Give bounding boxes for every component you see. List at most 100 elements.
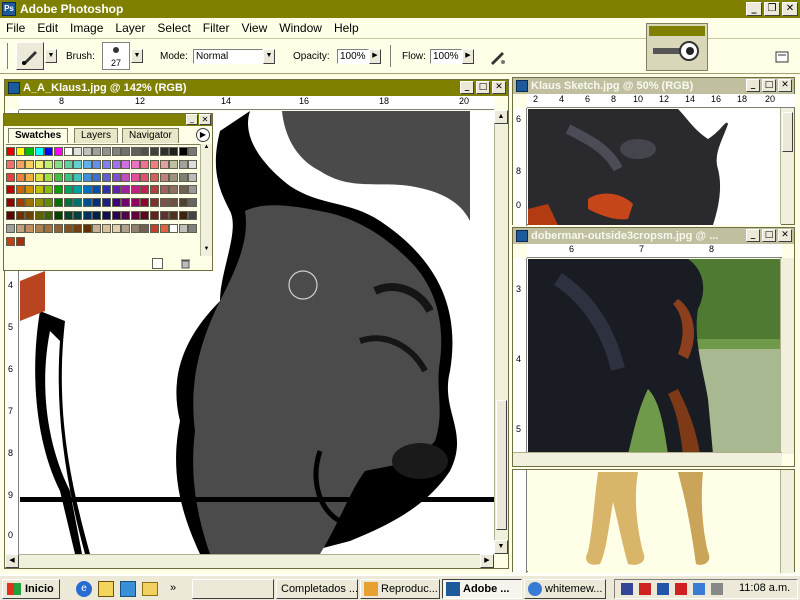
airbrush-toggle[interactable] xyxy=(488,47,508,67)
swatch-cell[interactable] xyxy=(82,223,92,233)
photo-doc-titlebar[interactable]: doberman-outside3cropsm.jpg @ ... _ □ ✕ xyxy=(513,228,794,244)
swatch-cell[interactable] xyxy=(82,172,92,182)
app-restore-button[interactable]: ❐ xyxy=(764,2,780,16)
swatch-cell[interactable] xyxy=(150,172,159,182)
swatch-cell[interactable] xyxy=(34,159,44,169)
swatch-cell[interactable] xyxy=(121,185,131,195)
swatch-cell[interactable] xyxy=(169,159,179,169)
swatch-cell[interactable] xyxy=(44,211,54,220)
swatch-cell[interactable] xyxy=(15,223,25,233)
sketch-minimize-button[interactable]: _ xyxy=(746,79,760,92)
swatch-cell[interactable] xyxy=(73,223,83,233)
palette-menu-button[interactable]: ▶ xyxy=(196,128,210,142)
swatch-cell[interactable] xyxy=(111,159,121,169)
swatch-cell[interactable] xyxy=(102,198,111,208)
swatch-cell[interactable] xyxy=(63,198,73,208)
clock[interactable]: 11:08 a.m. xyxy=(739,582,790,594)
main-doc-minimize-button[interactable]: _ xyxy=(460,81,474,94)
swatch-cell[interactable] xyxy=(92,223,102,233)
tool-preset-dropdown[interactable]: ▼ xyxy=(45,49,57,63)
swatch-cell[interactable] xyxy=(102,172,111,182)
swatch-cell[interactable] xyxy=(63,172,73,182)
taskbar-blank-button[interactable] xyxy=(192,579,274,599)
menu-filter[interactable]: Filter xyxy=(197,21,236,35)
swatch-cell[interactable] xyxy=(130,198,140,208)
swatch-cell[interactable] xyxy=(34,223,44,233)
swatch-cell[interactable] xyxy=(44,159,54,169)
swatch-cell[interactable] xyxy=(140,185,150,195)
swatch-cell[interactable] xyxy=(15,185,25,195)
scroll-right-button[interactable]: ▶ xyxy=(480,554,494,568)
swatch-cell[interactable] xyxy=(178,159,188,169)
swatch-cell[interactable] xyxy=(25,172,35,182)
swatch-cell[interactable] xyxy=(159,147,169,156)
swatch-cell[interactable] xyxy=(121,223,131,233)
swatch-cell[interactable] xyxy=(111,172,121,182)
swatch-cell[interactable] xyxy=(82,185,92,195)
palette-close-button[interactable]: ✕ xyxy=(199,114,211,125)
folder-icon[interactable] xyxy=(142,582,158,596)
swatch-cell[interactable] xyxy=(34,198,44,208)
swatch-cell[interactable] xyxy=(54,185,63,195)
swatch-cell[interactable] xyxy=(102,211,111,220)
tab-swatches[interactable]: Swatches xyxy=(8,128,69,143)
partial-document-window[interactable] xyxy=(512,469,795,573)
photo-document-window[interactable]: doberman-outside3cropsm.jpg @ ... _ □ ✕ … xyxy=(512,227,795,467)
swatch-cell[interactable] xyxy=(34,211,44,220)
menu-window[interactable]: Window xyxy=(273,21,328,35)
tray-icon-1[interactable] xyxy=(621,583,633,595)
app-close-button[interactable]: ✕ xyxy=(782,2,798,16)
swatch-cell[interactable] xyxy=(15,211,25,220)
flow-input[interactable]: 100% xyxy=(430,49,462,64)
swatch-cell[interactable] xyxy=(54,159,63,169)
swatch-cell[interactable] xyxy=(92,172,102,182)
brush-preview[interactable]: 27 xyxy=(102,42,130,70)
scroll-thumb[interactable] xyxy=(782,112,793,152)
sketch-close-button[interactable]: ✕ xyxy=(778,79,792,92)
swatch-cell[interactable] xyxy=(169,147,179,156)
swatch-cell[interactable] xyxy=(159,172,169,182)
swatch-cell[interactable] xyxy=(159,223,169,233)
swatch-cell[interactable] xyxy=(6,147,15,156)
swatch-cell[interactable] xyxy=(44,185,54,195)
swatch-cell[interactable] xyxy=(169,185,179,195)
swatch-cell[interactable] xyxy=(102,159,111,169)
ie-icon[interactable]: e xyxy=(76,581,92,597)
swatch-cell[interactable] xyxy=(102,223,111,233)
swatch-cell[interactable] xyxy=(73,147,83,156)
menu-edit[interactable]: Edit xyxy=(31,21,64,35)
swatch-cell[interactable] xyxy=(102,147,111,156)
swatch-cell[interactable] xyxy=(121,198,131,208)
swatch-cell[interactable] xyxy=(54,147,63,156)
swatch-cell[interactable] xyxy=(111,211,121,220)
swatch-cell[interactable] xyxy=(34,172,44,182)
swatch-cell[interactable] xyxy=(188,185,198,195)
opacity-slider-button[interactable]: ▶ xyxy=(369,49,381,64)
menu-help[interactable]: Help xyxy=(328,21,365,35)
start-button[interactable]: Inicio xyxy=(2,579,60,599)
swatch-cell[interactable] xyxy=(159,159,169,169)
outlook-icon[interactable] xyxy=(98,581,114,597)
flow-slider-button[interactable]: ▶ xyxy=(462,49,474,64)
desktop-icon[interactable] xyxy=(120,581,136,597)
swatch-cell[interactable] xyxy=(25,223,35,233)
swatch-cell[interactable] xyxy=(140,172,150,182)
swatch-cell[interactable] xyxy=(130,211,140,220)
swatch-cell[interactable] xyxy=(15,159,25,169)
tab-navigator[interactable]: Navigator xyxy=(122,128,179,143)
swatch-cell[interactable] xyxy=(150,159,159,169)
swatch-cell[interactable] xyxy=(188,147,198,156)
sketch-document-window[interactable]: Klaus Sketch.jpg @ 50% (RGB) _ □ ✕ 2 4 6… xyxy=(512,77,795,226)
menu-select[interactable]: Select xyxy=(151,21,196,35)
swatch-cell[interactable] xyxy=(63,185,73,195)
swatch-cell[interactable] xyxy=(169,223,179,233)
taskbar-task-photoshop[interactable]: Adobe ... xyxy=(442,579,522,599)
antivirus-icon[interactable] xyxy=(639,583,651,595)
main-doc-titlebar[interactable]: A_A_Klaus1.jpg @ 142% (RGB) _ □ ✕ xyxy=(5,80,508,96)
swatch-cell[interactable] xyxy=(73,211,83,220)
swatch-cell[interactable] xyxy=(6,223,15,233)
swatch-cell[interactable] xyxy=(150,211,159,220)
swatch-cell[interactable] xyxy=(121,211,131,220)
swatch-cell[interactable] xyxy=(54,172,63,182)
swatch-cell[interactable] xyxy=(150,147,159,156)
